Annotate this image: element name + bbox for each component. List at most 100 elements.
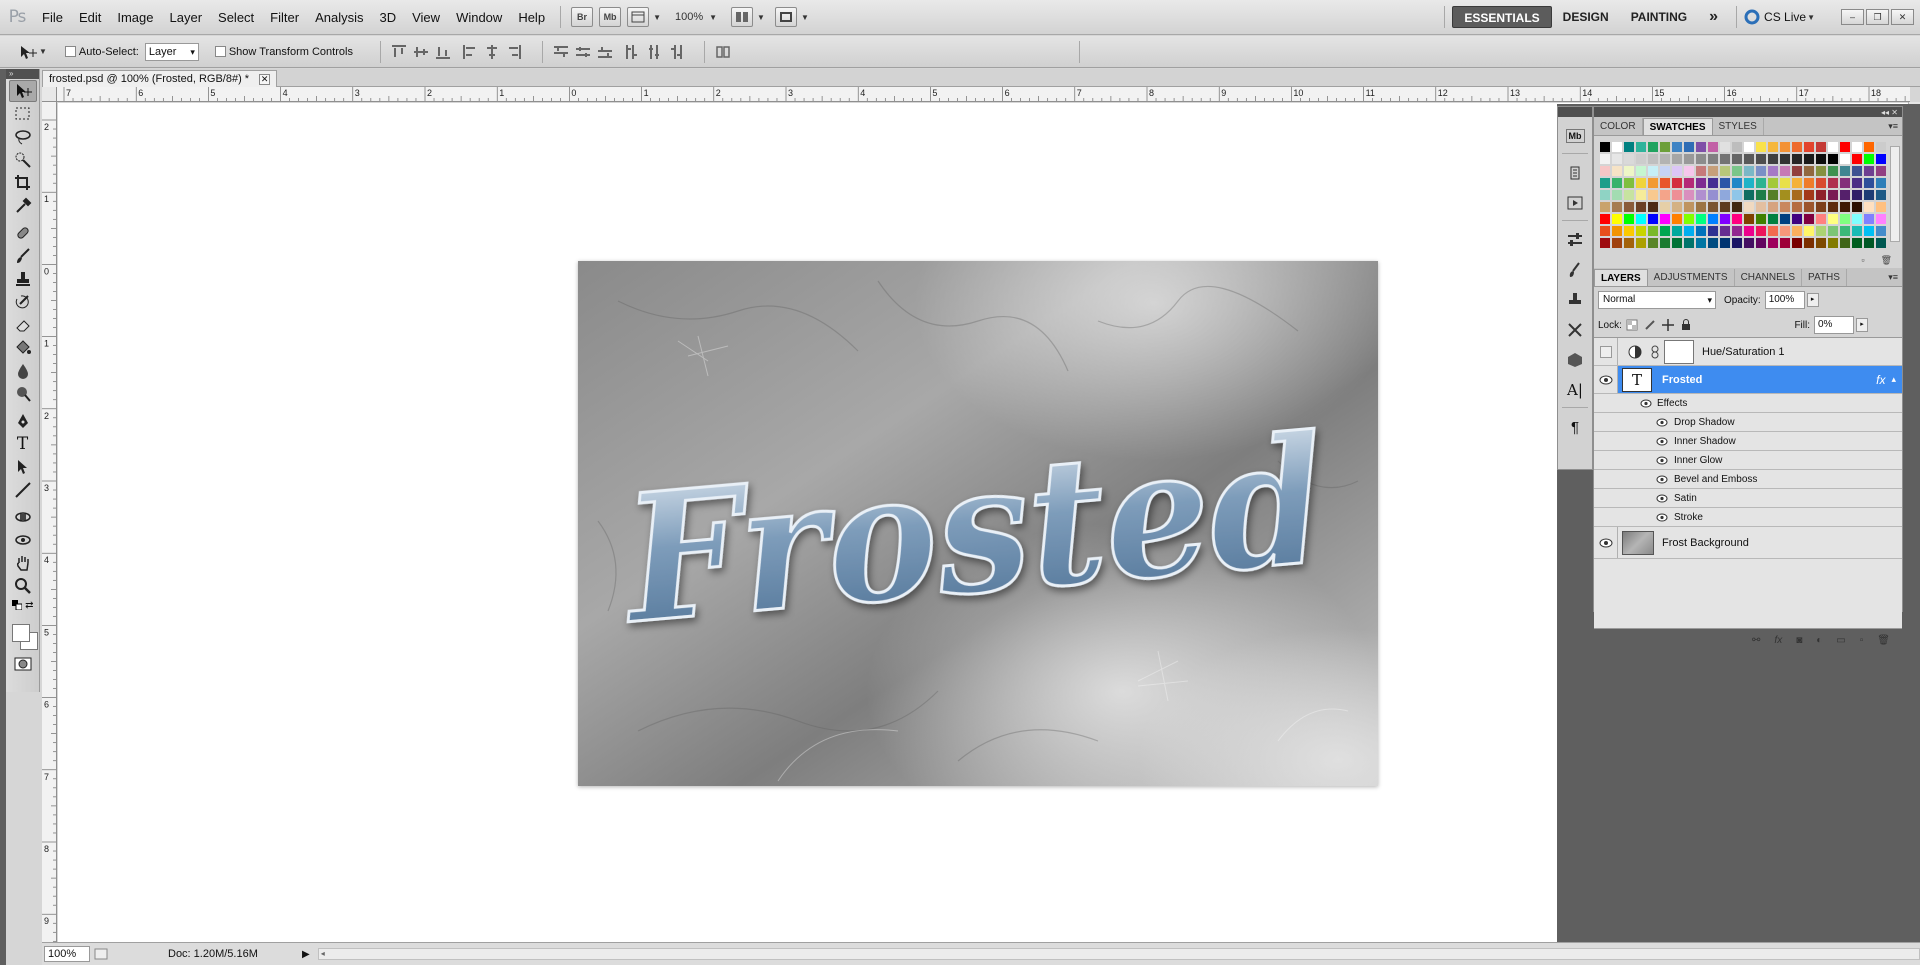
swatch[interactable] bbox=[1636, 142, 1647, 153]
swatch[interactable] bbox=[1612, 190, 1623, 201]
view-extras-button[interactable] bbox=[627, 7, 650, 27]
foreground-color[interactable] bbox=[11, 624, 30, 642]
swatch[interactable] bbox=[1864, 154, 1875, 165]
swatch[interactable] bbox=[1852, 190, 1863, 201]
swatch[interactable] bbox=[1876, 202, 1887, 213]
menu-help[interactable]: Help bbox=[510, 0, 553, 35]
swatch[interactable] bbox=[1852, 178, 1863, 189]
swatch[interactable] bbox=[1828, 202, 1839, 213]
dodge-tool[interactable] bbox=[9, 383, 37, 405]
swatch[interactable] bbox=[1660, 142, 1671, 153]
swatch[interactable] bbox=[1684, 190, 1695, 201]
swatch[interactable] bbox=[1708, 226, 1719, 237]
swatch[interactable] bbox=[1768, 214, 1779, 225]
swatch[interactable] bbox=[1768, 154, 1779, 165]
swatch[interactable] bbox=[1696, 238, 1707, 249]
chevron-down-icon[interactable]: ▼ bbox=[801, 13, 809, 22]
swatch[interactable] bbox=[1648, 154, 1659, 165]
swatch[interactable] bbox=[1696, 142, 1707, 153]
effect-row[interactable]: Drop Shadow bbox=[1594, 413, 1902, 432]
swatch[interactable] bbox=[1840, 238, 1851, 249]
swap-colors-icon[interactable]: ⇄ bbox=[25, 600, 33, 611]
swatch[interactable] bbox=[1864, 238, 1875, 249]
swatch[interactable] bbox=[1672, 190, 1683, 201]
line-tool[interactable] bbox=[9, 479, 37, 501]
swatch[interactable] bbox=[1780, 238, 1791, 249]
swatch[interactable] bbox=[1732, 226, 1743, 237]
layer-name[interactable]: Frost Background bbox=[1662, 537, 1749, 549]
swatch[interactable] bbox=[1816, 166, 1827, 177]
effect-row[interactable]: Inner Shadow bbox=[1594, 432, 1902, 451]
swatch[interactable] bbox=[1876, 154, 1887, 165]
swatch[interactable] bbox=[1852, 166, 1863, 177]
swatch[interactable] bbox=[1852, 214, 1863, 225]
swatch[interactable] bbox=[1624, 154, 1635, 165]
swatch[interactable] bbox=[1660, 214, 1671, 225]
minimize-button[interactable]: – bbox=[1841, 9, 1864, 25]
menu-analysis[interactable]: Analysis bbox=[307, 0, 371, 35]
swatch[interactable] bbox=[1828, 166, 1839, 177]
zoom-level-menu[interactable]: 100% bbox=[675, 11, 703, 23]
swatch[interactable] bbox=[1756, 178, 1767, 189]
swatch[interactable] bbox=[1684, 238, 1695, 249]
chevron-down-icon[interactable]: ▼ bbox=[653, 13, 661, 22]
swatch[interactable] bbox=[1744, 178, 1755, 189]
zoom-field[interactable]: 100% bbox=[44, 946, 90, 962]
3d-orbit-tool[interactable] bbox=[9, 529, 37, 551]
pen-tool[interactable] bbox=[9, 410, 37, 432]
layer-row-hue-saturation[interactable]: Hue/Saturation 1 bbox=[1594, 338, 1902, 366]
swatch[interactable] bbox=[1792, 202, 1803, 213]
swatch[interactable] bbox=[1612, 154, 1623, 165]
tab-paths[interactable]: PATHS bbox=[1802, 269, 1847, 286]
workspace-essentials-button[interactable]: ESSENTIALS bbox=[1452, 6, 1552, 28]
new-swatch-icon[interactable]: ▫ bbox=[1861, 255, 1864, 265]
menu-view[interactable]: View bbox=[404, 0, 448, 35]
swatch[interactable] bbox=[1636, 238, 1647, 249]
document-image[interactable]: Frosted bbox=[578, 261, 1378, 786]
swatch[interactable] bbox=[1792, 154, 1803, 165]
swatch[interactable] bbox=[1708, 202, 1719, 213]
swatch[interactable] bbox=[1684, 154, 1695, 165]
mini-bridge-panel-button[interactable]: Mb bbox=[1562, 125, 1588, 147]
close-icon[interactable]: ✕ bbox=[259, 73, 271, 85]
swatch[interactable] bbox=[1852, 142, 1863, 153]
healing-brush-tool[interactable] bbox=[9, 222, 37, 244]
swatch[interactable] bbox=[1840, 154, 1851, 165]
swatch[interactable] bbox=[1636, 178, 1647, 189]
effect-row[interactable]: Bevel and Emboss bbox=[1594, 470, 1902, 489]
swatch[interactable] bbox=[1792, 142, 1803, 153]
swatches-scrollbar[interactable] bbox=[1890, 146, 1900, 242]
opacity-field[interactable]: 100% bbox=[1764, 291, 1805, 309]
swatch[interactable] bbox=[1660, 226, 1671, 237]
swatch[interactable] bbox=[1648, 202, 1659, 213]
swatch[interactable] bbox=[1876, 226, 1887, 237]
swatch[interactable] bbox=[1876, 190, 1887, 201]
swatch[interactable] bbox=[1648, 178, 1659, 189]
swatch[interactable] bbox=[1768, 202, 1779, 213]
swatch[interactable] bbox=[1840, 226, 1851, 237]
swatch[interactable] bbox=[1780, 142, 1791, 153]
swatch[interactable] bbox=[1744, 202, 1755, 213]
horizontal-scrollbar[interactable]: ◂ bbox=[317, 948, 1920, 960]
trash-icon[interactable]: 🗑 bbox=[1877, 635, 1890, 646]
swatch[interactable] bbox=[1600, 154, 1611, 165]
new-adjustment-icon[interactable]: ◐ bbox=[1816, 635, 1822, 646]
swatch[interactable] bbox=[1600, 190, 1611, 201]
swatch[interactable] bbox=[1708, 142, 1719, 153]
blend-mode-dropdown[interactable]: Normal bbox=[1598, 291, 1716, 309]
swatch[interactable] bbox=[1744, 238, 1755, 249]
auto-select-dropdown[interactable]: Layer bbox=[144, 42, 199, 61]
panel-group-header[interactable]: ◂◂ ✕ bbox=[1594, 107, 1902, 117]
swatch[interactable] bbox=[1780, 166, 1791, 177]
zoom-tool[interactable] bbox=[9, 575, 37, 597]
brush-tool[interactable] bbox=[9, 245, 37, 267]
chevron-down-icon[interactable]: ▼ bbox=[757, 13, 765, 22]
swap-colors-control[interactable]: ⇄ bbox=[9, 598, 37, 612]
screen-mode-button[interactable] bbox=[774, 7, 797, 27]
distribute-bottom-icon[interactable] bbox=[597, 44, 613, 60]
brush-presets-panel-button[interactable] bbox=[1562, 259, 1588, 281]
swatch[interactable] bbox=[1672, 238, 1683, 249]
swatch[interactable] bbox=[1852, 238, 1863, 249]
menu-window[interactable]: Window bbox=[448, 0, 510, 35]
path-selection-tool[interactable] bbox=[9, 456, 37, 478]
